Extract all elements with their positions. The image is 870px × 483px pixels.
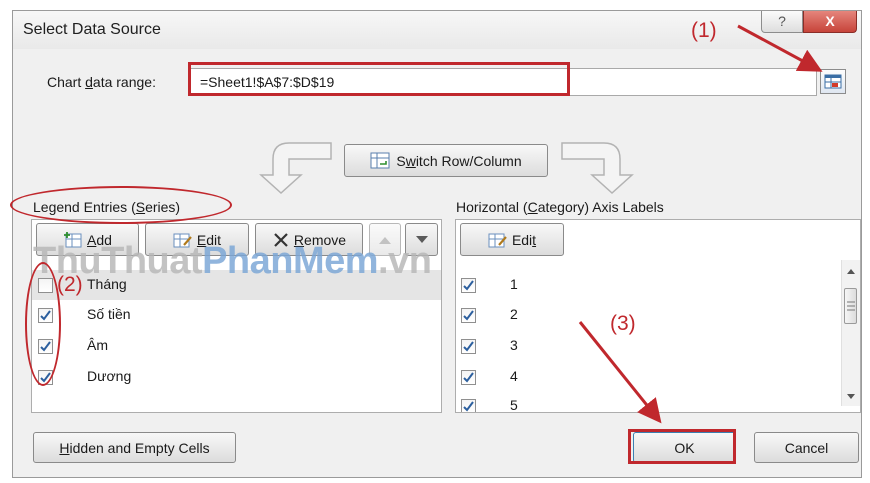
callout-3-arrow bbox=[578, 321, 662, 424]
callout-1-arrow bbox=[737, 24, 823, 72]
annotation-arrows bbox=[578, 24, 823, 424]
